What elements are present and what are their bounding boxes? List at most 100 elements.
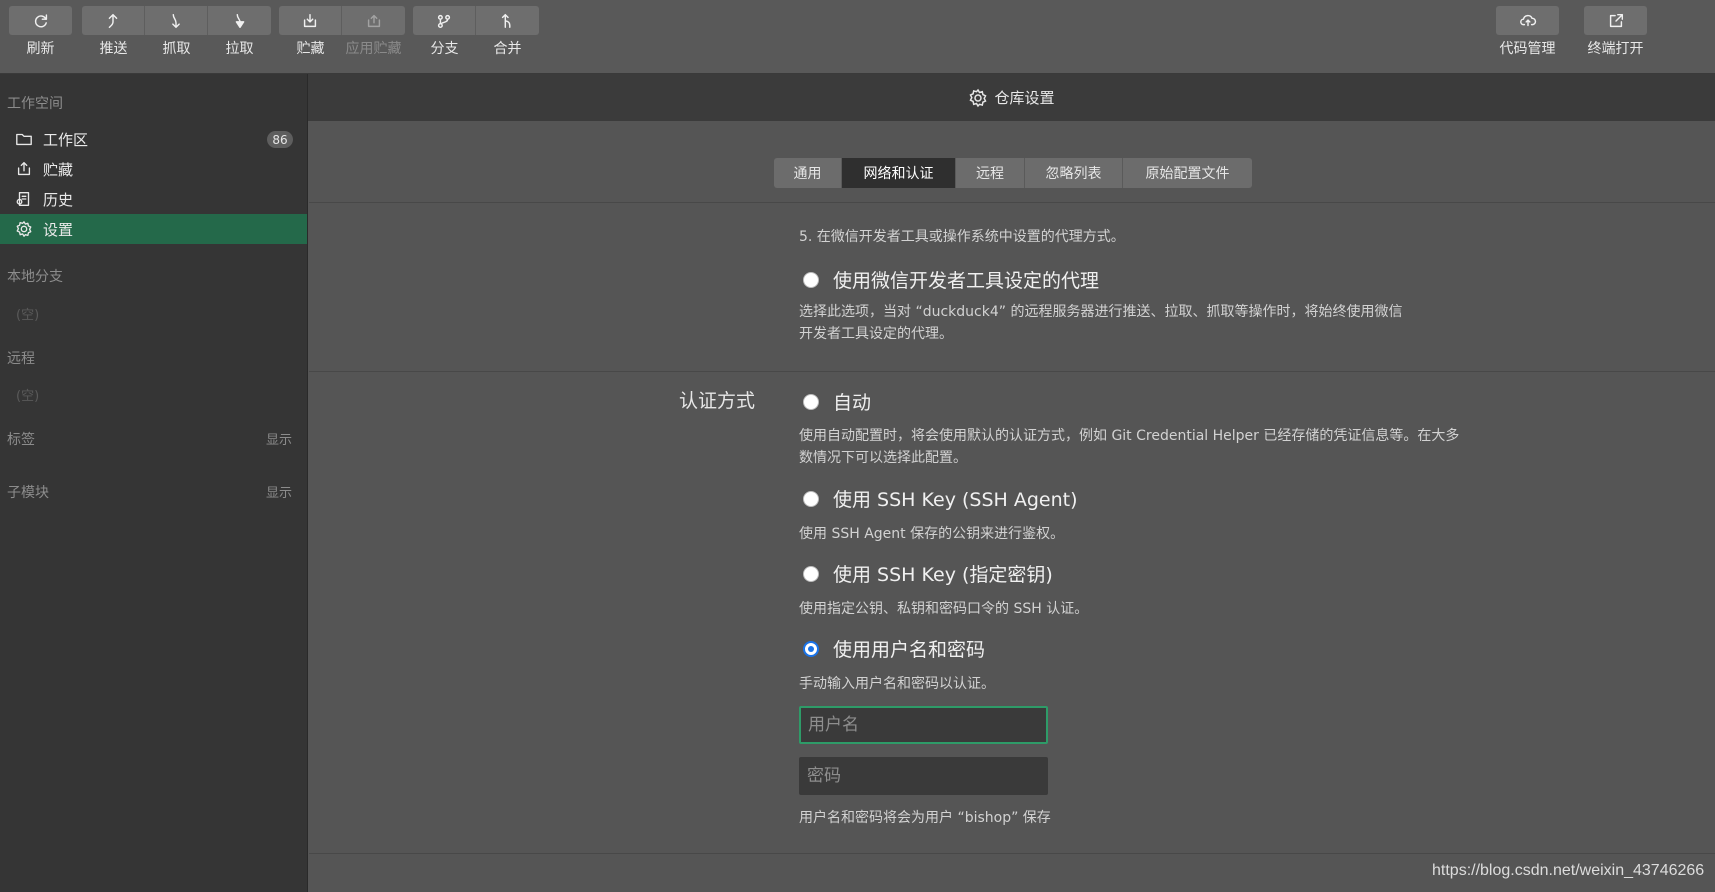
tab-ignore-list[interactable]: 忽略列表 [1025,158,1123,188]
cloud-icon [1519,14,1536,26]
branch-label: 分支 [430,41,459,57]
auth-ssh-agent-desc: 使用 SSH Agent 保存的公钥来进行鉴权。 [799,526,1065,542]
sidebar-item-label: 工作区 [43,130,89,149]
local-branch-empty: (空) [16,308,40,323]
tab-general[interactable]: 通用 [774,158,842,188]
stash-icon [14,159,34,179]
sidebar-item-history[interactable]: 历史 [0,184,307,214]
auth-ssh-agent-label: 使用 SSH Key (SSH Agent) [833,489,1078,511]
branch-icon [437,14,451,28]
submodule-title-label: 子模块 [7,485,49,501]
auth-userpass-radio[interactable] [803,640,819,657]
push-button[interactable]: 推送 [82,6,145,58]
username-input[interactable] [799,706,1048,744]
sidebar: 工作空间 工作区 86 贮藏 历史 设置 本地分支 (空) 远程 (空) 标签 … [0,74,308,892]
terminal-open-label: 终端打开 [1587,41,1644,57]
apply-stash-label: 应用贮藏 [345,41,402,57]
code-manage-group: 代码管理 [1496,6,1559,58]
stash-icon [303,13,317,27]
sidebar-item-stash[interactable]: 贮藏 [0,154,307,184]
proxy-note: 5. 在微信开发者工具或操作系统中设置的代理方式。 [799,229,1125,245]
tags-title-label: 标签 [7,432,35,448]
auth-auto-desc-line2: 数情况下可以选择此配置。 [799,450,967,466]
sidebar-item-label: 历史 [43,190,74,209]
gear-icon [14,219,34,239]
auth-ssh-key-label: 使用 SSH Key (指定密钥) [833,564,1053,586]
refresh-label: 刷新 [26,41,55,57]
auth-auto-radio[interactable] [803,393,819,410]
settings-tabs: 通用 网络和认证 远程 忽略列表 原始配置文件 [774,158,1252,188]
local-branch-title: 本地分支 [7,269,63,285]
apply-stash-button[interactable]: 应用贮藏 [342,6,405,58]
external-link-icon [1609,13,1623,27]
toolbar: 刷新 推送 抓取 拉取 贮藏 应用贮藏 分支 合并 代码管理 终端打开 [0,0,1715,74]
merge-icon [501,13,511,28]
terminal-open-button[interactable]: 终端打开 [1584,6,1647,58]
tags-title: 标签 显示 [7,429,292,449]
proxy-option[interactable]: 使用微信开发者工具设定的代理 [803,266,1099,293]
stash-group: 贮藏 应用贮藏 [279,6,405,58]
code-manage-button[interactable]: 代码管理 [1496,6,1559,58]
auth-userpass-option[interactable]: 使用用户名和密码 [803,635,985,662]
pull-label: 拉取 [225,41,254,57]
tab-remote[interactable]: 远程 [956,158,1025,188]
settings-header: 仓库设置 [308,74,1715,121]
auth-ssh-agent-radio[interactable] [803,490,819,507]
proxy-radio[interactable] [803,271,819,288]
fetch-button[interactable]: 抓取 [145,6,208,58]
auth-auto-label: 自动 [833,392,872,414]
workspace-title: 工作空间 [7,96,63,112]
stash-label: 贮藏 [296,41,325,57]
divider [309,853,1715,854]
auth-userpass-desc: 手动输入用户名和密码以认证。 [799,676,995,692]
tab-network-auth[interactable]: 网络和认证 [842,158,956,188]
auth-ssh-agent-option[interactable]: 使用 SSH Key (SSH Agent) [803,485,1078,512]
sidebar-item-label: 贮藏 [43,160,74,179]
pull-button[interactable]: 拉取 [208,6,271,58]
fetch-label: 抓取 [162,41,191,57]
auth-ssh-key-radio[interactable] [803,565,819,582]
sync-group: 推送 抓取 拉取 [82,6,271,58]
auth-ssh-key-option[interactable]: 使用 SSH Key (指定密钥) [803,560,1053,587]
proxy-desc-line2: 开发者工具设定的代理。 [799,326,953,342]
sidebar-item-settings[interactable]: 设置 [0,214,307,244]
remote-empty: (空) [16,389,40,404]
changes-count-badge: 86 [267,131,293,148]
refresh-group: 刷新 [9,6,72,58]
auth-auto-desc-line1: 使用自动配置时，将会使用默认的认证方式，例如 Git Credential He… [799,428,1460,444]
pull-icon [235,13,244,28]
gear-icon [969,88,988,107]
folder-icon [14,129,34,149]
merge-label: 合并 [493,41,522,57]
push-label: 推送 [99,41,128,57]
auth-method-label: 认证方式 [679,390,756,412]
tab-raw-config[interactable]: 原始配置文件 [1123,158,1252,188]
page-title: 仓库设置 [994,89,1055,107]
terminal-group: 终端打开 [1584,6,1647,58]
merge-button[interactable]: 合并 [476,6,539,58]
stash-button[interactable]: 贮藏 [279,6,342,58]
submodule-title: 子模块 显示 [7,482,292,502]
remote-title: 远程 [7,351,35,367]
auth-auto-option[interactable]: 自动 [803,388,871,415]
push-icon [108,13,118,28]
credential-save-note: 用户名和密码将会为用户 “bishop” 保存 [799,810,1051,826]
history-icon [14,189,34,209]
auth-userpass-label: 使用用户名和密码 [833,639,986,661]
refresh-button[interactable]: 刷新 [9,6,72,58]
divider [309,371,1715,372]
branch-button[interactable]: 分支 [413,6,476,58]
proxy-option-label: 使用微信开发者工具设定的代理 [833,270,1100,292]
tags-show-link[interactable]: 显示 [266,429,292,448]
divider [309,202,1715,203]
sidebar-item-workspace[interactable]: 工作区 86 [0,124,307,154]
code-manage-label: 代码管理 [1499,41,1556,57]
refresh-icon [34,13,47,27]
sidebar-item-label: 设置 [43,220,74,239]
apply-stash-icon [367,14,380,27]
password-input[interactable] [799,757,1048,795]
watermark: https://blog.csdn.net/weixin_43746266 [1432,862,1705,879]
submodule-show-link[interactable]: 显示 [266,482,292,501]
branch-group: 分支 合并 [413,6,539,58]
proxy-desc-line1: 选择此选项，当对 “duckduck4” 的远程服务器进行推送、拉取、抓取等操作… [799,304,1403,320]
